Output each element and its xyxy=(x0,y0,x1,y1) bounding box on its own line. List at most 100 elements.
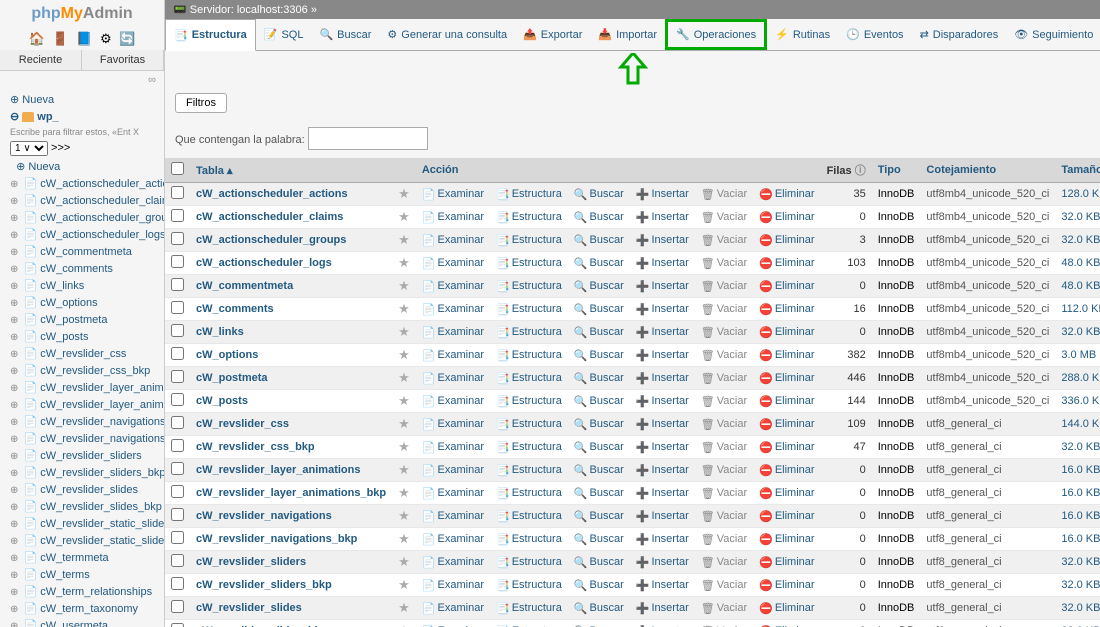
action-empty[interactable]: 🗑 Vaciar xyxy=(701,556,747,569)
favorite-star-icon[interactable]: ★ xyxy=(398,209,410,224)
action-empty[interactable]: 🗑 Vaciar xyxy=(701,326,747,339)
tab-generar-una-consulta[interactable]: ⚙Generar una consulta xyxy=(379,19,515,50)
favorite-star-icon[interactable]: ★ xyxy=(398,255,410,270)
action-drop[interactable]: ⛔ Eliminar xyxy=(759,487,814,500)
action-search[interactable]: 🔍 Buscar xyxy=(574,441,624,454)
favorite-star-icon[interactable]: ★ xyxy=(398,416,410,431)
tree-table[interactable]: ⊕ 📄 cW_term_taxonomy xyxy=(6,600,164,617)
action-empty[interactable]: 🗑 Vaciar xyxy=(701,234,747,247)
action-drop[interactable]: ⛔ Eliminar xyxy=(759,188,814,201)
table-name-link[interactable]: cW_revslider_css xyxy=(196,418,289,430)
action-drop[interactable]: ⛔ Eliminar xyxy=(759,418,814,431)
action-search[interactable]: 🔍 Buscar xyxy=(574,510,624,523)
row-checkbox[interactable] xyxy=(171,416,184,429)
action-browse[interactable]: 📄 Examinar xyxy=(422,418,484,431)
action-search[interactable]: 🔍 Buscar xyxy=(574,326,624,339)
table-name-link[interactable]: cW_posts xyxy=(196,395,248,407)
action-structure[interactable]: 📑 Estructura xyxy=(496,602,562,615)
action-empty[interactable]: 🗑 Vaciar xyxy=(701,487,747,500)
table-name-link[interactable]: cW_comments xyxy=(196,303,274,315)
row-checkbox[interactable] xyxy=(171,232,184,245)
action-drop[interactable]: ⛔ Eliminar xyxy=(759,257,814,270)
action-drop[interactable]: ⛔ Eliminar xyxy=(759,234,814,247)
table-name-link[interactable]: cW_actionscheduler_groups xyxy=(196,234,346,246)
tree-table[interactable]: ⊕ 📄 cW_revslider_static_slides xyxy=(6,515,164,532)
row-checkbox[interactable] xyxy=(171,370,184,383)
favorite-star-icon[interactable]: ★ xyxy=(398,278,410,293)
action-browse[interactable]: 📄 Examinar xyxy=(422,464,484,477)
action-structure[interactable]: 📑 Estructura xyxy=(496,211,562,224)
favorite-star-icon[interactable]: ★ xyxy=(398,577,410,592)
action-structure[interactable]: 📑 Estructura xyxy=(496,349,562,362)
row-checkbox[interactable] xyxy=(171,439,184,452)
favorite-star-icon[interactable]: ★ xyxy=(398,485,410,500)
tree-table[interactable]: ⊕ 📄 cW_options xyxy=(6,294,164,311)
action-structure[interactable]: 📑 Estructura xyxy=(496,441,562,454)
action-insert[interactable]: ➕ Insertar xyxy=(636,349,689,362)
row-checkbox[interactable] xyxy=(171,347,184,360)
row-checkbox[interactable] xyxy=(171,485,184,498)
tree-table[interactable]: ⊕ 📄 cW_revslider_static_slides xyxy=(6,532,164,549)
action-search[interactable]: 🔍 Buscar xyxy=(574,372,624,385)
tab-exportar[interactable]: 📤Exportar xyxy=(515,19,590,50)
row-checkbox[interactable] xyxy=(171,301,184,314)
row-checkbox[interactable] xyxy=(171,462,184,475)
tree-table[interactable]: ⊕ 📄 cW_links xyxy=(6,277,164,294)
action-browse[interactable]: 📄 Examinar xyxy=(422,234,484,247)
action-structure[interactable]: 📑 Estructura xyxy=(496,280,562,293)
action-structure[interactable]: 📑 Estructura xyxy=(496,556,562,569)
action-empty[interactable]: 🗑 Vaciar xyxy=(701,395,747,408)
action-drop[interactable]: ⛔ Eliminar xyxy=(759,602,814,615)
action-insert[interactable]: ➕ Insertar xyxy=(636,579,689,592)
tree-table[interactable]: ⊕ 📄 cW_revslider_slides_bkp xyxy=(6,498,164,515)
tree-new-table[interactable]: ⊕ Nueva xyxy=(6,158,164,175)
action-empty[interactable]: 🗑 Vaciar xyxy=(701,418,747,431)
tree-table[interactable]: ⊕ 📄 cW_revslider_css xyxy=(6,345,164,362)
action-search[interactable]: 🔍 Buscar xyxy=(574,188,624,201)
favorite-star-icon[interactable]: ★ xyxy=(398,301,410,316)
action-drop[interactable]: ⛔ Eliminar xyxy=(759,441,814,454)
action-structure[interactable]: 📑 Estructura xyxy=(496,303,562,316)
logo[interactable]: phpMyAdmin xyxy=(0,0,164,28)
row-checkbox[interactable] xyxy=(171,278,184,291)
tree-table[interactable]: ⊕ 📄 cW_revslider_layer_animat xyxy=(6,396,164,413)
tree-paging[interactable]: 1 ∨ >>> xyxy=(6,139,164,158)
row-checkbox[interactable] xyxy=(171,324,184,337)
action-structure[interactable]: 📑 Estructura xyxy=(496,326,562,339)
action-empty[interactable]: 🗑 Vaciar xyxy=(701,533,747,546)
action-drop[interactable]: ⛔ Eliminar xyxy=(759,303,814,316)
tree-table[interactable]: ⊕ 📄 cW_terms xyxy=(6,566,164,583)
action-browse[interactable]: 📄 Examinar xyxy=(422,533,484,546)
action-browse[interactable]: 📄 Examinar xyxy=(422,579,484,592)
action-empty[interactable]: 🗑 Vaciar xyxy=(701,602,747,615)
action-structure[interactable]: 📑 Estructura xyxy=(496,579,562,592)
table-name-link[interactable]: cW_revslider_navigations xyxy=(196,510,332,522)
table-name-link[interactable]: cW_actionscheduler_claims xyxy=(196,211,343,223)
tree-table[interactable]: ⊕ 📄 cW_revslider_sliders xyxy=(6,447,164,464)
action-drop[interactable]: ⛔ Eliminar xyxy=(759,395,814,408)
row-checkbox[interactable] xyxy=(171,508,184,521)
row-checkbox[interactable] xyxy=(171,531,184,544)
action-browse[interactable]: 📄 Examinar xyxy=(422,280,484,293)
action-browse[interactable]: 📄 Examinar xyxy=(422,303,484,316)
action-search[interactable]: 🔍 Buscar xyxy=(574,418,624,431)
action-structure[interactable]: 📑 Estructura xyxy=(496,188,562,201)
action-insert[interactable]: ➕ Insertar xyxy=(636,441,689,454)
table-name-link[interactable]: cW_revslider_slides xyxy=(196,602,302,614)
table-name-link[interactable]: cW_revslider_layer_animations_bkp xyxy=(196,487,386,499)
action-browse[interactable]: 📄 Examinar xyxy=(422,395,484,408)
table-name-link[interactable]: cW_postmeta xyxy=(196,372,268,384)
tab-sql[interactable]: 📝SQL xyxy=(256,19,312,50)
action-search[interactable]: 🔍 Buscar xyxy=(574,234,624,247)
action-insert[interactable]: ➕ Insertar xyxy=(636,257,689,270)
table-name-link[interactable]: cW_links xyxy=(196,326,244,338)
tree-table[interactable]: ⊕ 📄 cW_revslider_layer_animat xyxy=(6,379,164,396)
row-checkbox[interactable] xyxy=(171,600,184,613)
action-empty[interactable]: 🗑 Vaciar xyxy=(701,464,747,477)
action-browse[interactable]: 📄 Examinar xyxy=(422,510,484,523)
action-search[interactable]: 🔍 Buscar xyxy=(574,211,624,224)
col-collation[interactable]: Cotejamiento xyxy=(920,158,1055,183)
action-search[interactable]: 🔍 Buscar xyxy=(574,464,624,477)
action-insert[interactable]: ➕ Insertar xyxy=(636,326,689,339)
tree-table[interactable]: ⊕ 📄 cW_term_relationships xyxy=(6,583,164,600)
